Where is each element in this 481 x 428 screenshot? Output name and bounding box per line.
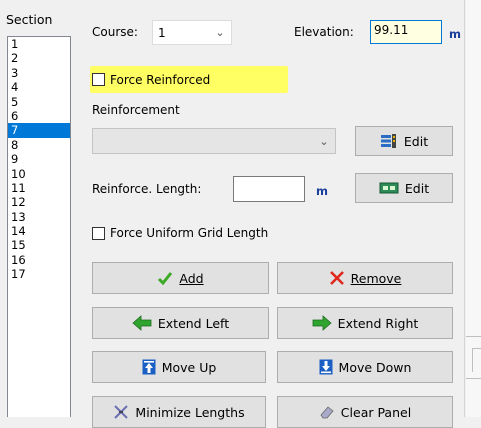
- course-select[interactable]: 1 ⌄: [152, 20, 232, 45]
- section-list-item[interactable]: 17: [8, 267, 70, 281]
- section-list-item[interactable]: 2: [8, 51, 70, 65]
- extend-left-button[interactable]: Extend Left: [92, 307, 269, 339]
- move-down-label: Move Down: [338, 359, 412, 375]
- minimize-lengths-label: Minimize Lengths: [135, 404, 245, 420]
- reinforce-length-edit-label: Edit: [404, 180, 430, 196]
- move-down-button[interactable]: Move Down: [277, 351, 453, 383]
- extend-left-label: Extend Left: [157, 315, 230, 331]
- chevron-down-icon: ⌄: [215, 26, 225, 39]
- reinforcement-edit-label: Edit: [403, 133, 429, 149]
- clear-panel-label: Clear Panel: [340, 404, 412, 420]
- elevation-input[interactable]: 99.11: [370, 20, 442, 44]
- grid-edit-icon: [380, 133, 398, 149]
- section-list-item[interactable]: 9: [8, 152, 70, 166]
- course-value: 1: [158, 25, 166, 40]
- section-list-item[interactable]: 10: [8, 167, 70, 181]
- section-list-item[interactable]: 7: [8, 123, 70, 138]
- move-up-label: Move Up: [161, 359, 217, 375]
- chevron-down-icon: ⌄: [319, 134, 329, 148]
- section-list-item[interactable]: 6: [8, 109, 70, 123]
- reinforce-length-input[interactable]: [233, 176, 305, 202]
- reinforce-length-label: Reinforce. Length:: [92, 182, 202, 196]
- section-list-item[interactable]: 16: [8, 253, 70, 267]
- section-list-title: Section: [6, 12, 53, 27]
- elevation-label: Elevation:: [294, 25, 354, 39]
- background-divider: [465, 336, 481, 337]
- background-divider: [465, 378, 481, 379]
- background-control-edge: [472, 348, 481, 372]
- remove-label: Remove: [351, 271, 402, 286]
- force-reinforced-label: Force Reinforced: [110, 72, 211, 87]
- remove-button[interactable]: Remove: [277, 262, 453, 294]
- section-list-item[interactable]: 15: [8, 238, 70, 252]
- section-list[interactable]: 1 2 3 4 5 6 7 8 9 10 11 12 13 14 15 16 17: [7, 36, 71, 417]
- elevation-unit: m: [449, 27, 461, 41]
- reinforce-length-unit: m: [316, 184, 328, 198]
- checkbox-box[interactable]: [92, 226, 105, 240]
- reinforcement-edit-button[interactable]: Edit: [355, 126, 453, 156]
- green-right-arrow-icon: [312, 315, 332, 331]
- checkbox-box[interactable]: [92, 73, 105, 86]
- section-list-item[interactable]: 8: [8, 138, 70, 152]
- section-list-item[interactable]: 3: [8, 66, 70, 80]
- section-list-item[interactable]: 5: [8, 95, 70, 109]
- section-list-item[interactable]: 4: [8, 80, 70, 94]
- reinforcement-label: Reinforcement: [92, 103, 180, 117]
- force-uniform-grid-label: Force Uniform Grid Length: [110, 226, 269, 240]
- blue-up-arrow-icon: [142, 359, 156, 375]
- extend-right-button[interactable]: Extend Right: [277, 307, 453, 339]
- clear-panel-button[interactable]: Clear Panel: [277, 396, 453, 428]
- section-list-item[interactable]: 13: [8, 210, 70, 224]
- section-list-item[interactable]: 1: [8, 37, 70, 51]
- reinforcement-select[interactable]: ⌄: [92, 128, 336, 154]
- reinforce-length-edit-button[interactable]: Edit: [355, 173, 453, 203]
- add-label: Add: [179, 270, 204, 286]
- green-left-arrow-icon: [132, 315, 152, 331]
- red-x-icon: [329, 270, 345, 286]
- add-button[interactable]: Add: [92, 262, 269, 294]
- ruler-edit-icon: [379, 181, 399, 195]
- green-checkmark-icon: [157, 271, 173, 285]
- section-list-item[interactable]: 11: [8, 181, 70, 195]
- remove-label-text: Remove: [350, 270, 402, 286]
- section-list-item[interactable]: 12: [8, 195, 70, 209]
- force-reinforced-checkbox[interactable]: Force Reinforced: [90, 66, 288, 93]
- force-uniform-grid-checkbox[interactable]: Force Uniform Grid Length: [92, 226, 268, 240]
- extend-right-label: Extend Right: [337, 315, 419, 331]
- blue-down-arrow-icon: [319, 359, 333, 375]
- move-up-button[interactable]: Move Up: [92, 351, 266, 383]
- course-label: Course:: [92, 25, 138, 39]
- panel-edge: [464, 0, 465, 417]
- section-list-item[interactable]: 14: [8, 224, 70, 238]
- minimize-lengths-button[interactable]: Minimize Lengths: [92, 396, 266, 428]
